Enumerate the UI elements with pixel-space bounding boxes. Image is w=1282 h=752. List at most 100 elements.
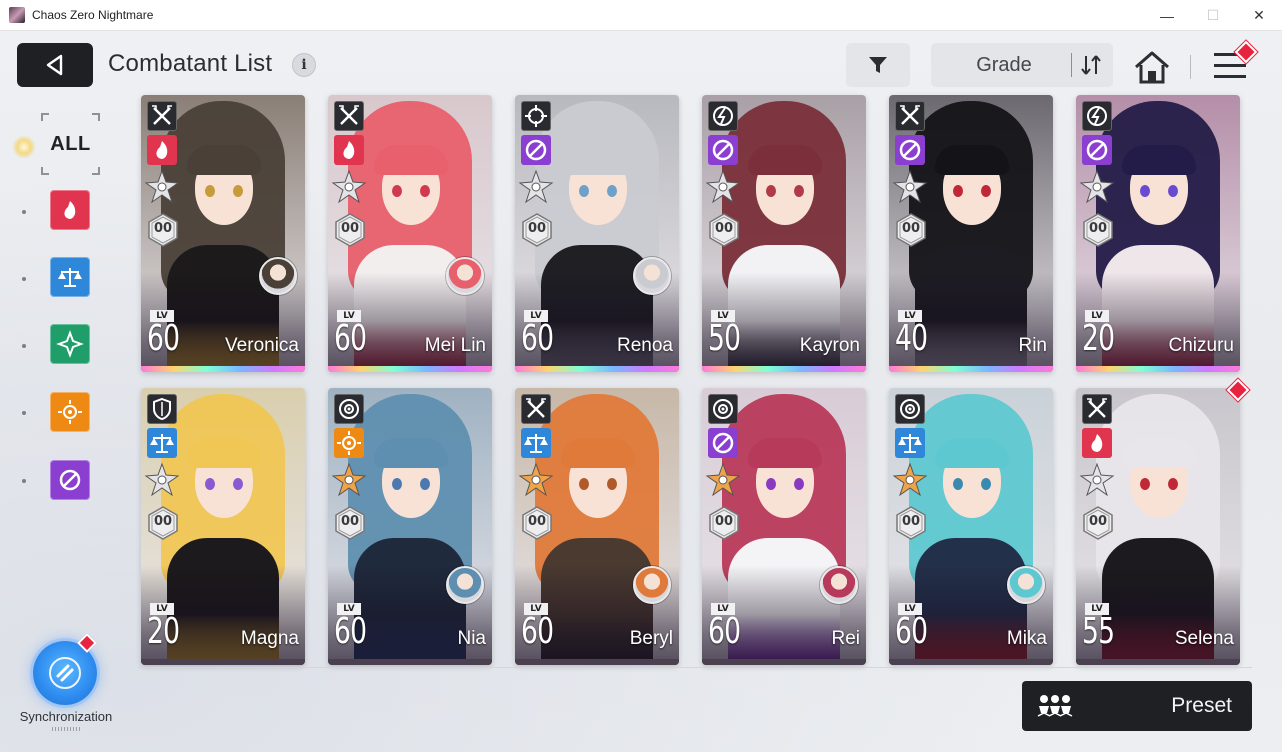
combatant-name: Mei Lin bbox=[424, 335, 486, 356]
grade-value: 00 bbox=[340, 514, 360, 529]
void-element-icon bbox=[525, 139, 547, 161]
level-value: 50 bbox=[708, 318, 741, 359]
portrait-eye bbox=[1140, 185, 1150, 197]
grade-value: 00 bbox=[527, 514, 547, 529]
combatant-name: Nia bbox=[457, 628, 486, 649]
filter-element-passion[interactable] bbox=[50, 190, 90, 230]
sort-button[interactable]: Grade bbox=[931, 43, 1113, 87]
grade-hex-icon: 00 bbox=[335, 213, 365, 247]
preset-icon bbox=[1037, 695, 1073, 717]
combatant-card[interactable]: 00 LV 20 Chizuru bbox=[1076, 95, 1240, 372]
close-button[interactable]: ✕ bbox=[1236, 0, 1282, 31]
portrait-fringe bbox=[1122, 145, 1196, 175]
back-button[interactable] bbox=[17, 43, 93, 87]
combatant-card[interactable]: 00 LV 60 Veronica bbox=[141, 95, 305, 372]
instinct-element-icon bbox=[337, 431, 361, 455]
portrait-eye bbox=[233, 478, 243, 490]
combatant-card[interactable]: 00 LV 60 Beryl bbox=[515, 388, 679, 665]
class-badge bbox=[895, 101, 925, 131]
controller-icon bbox=[900, 399, 920, 419]
grade-value: 00 bbox=[153, 221, 173, 236]
element-badge bbox=[895, 135, 925, 165]
combatant-name: Rei bbox=[831, 628, 860, 649]
window-controls: — ☐ ✕ bbox=[1144, 0, 1282, 31]
portrait-eye bbox=[579, 478, 589, 490]
class-badge bbox=[334, 101, 364, 131]
partner-avatar bbox=[1007, 566, 1045, 604]
portrait-eye bbox=[420, 185, 430, 197]
portrait-eye bbox=[205, 185, 215, 197]
filter-element-instinct[interactable] bbox=[50, 392, 90, 432]
filter-all-tab[interactable]: ALL bbox=[41, 113, 100, 175]
portrait-eye bbox=[1168, 185, 1178, 197]
portrait-fringe bbox=[561, 145, 635, 175]
info-icon[interactable]: i bbox=[292, 53, 316, 77]
level-value: 60 bbox=[521, 318, 554, 359]
grade-hex-icon: 00 bbox=[709, 506, 739, 540]
preset-button[interactable]: Preset bbox=[1022, 681, 1252, 731]
combatant-card[interactable]: 00 LV 60 Renoa bbox=[515, 95, 679, 372]
sort-order-icon[interactable] bbox=[1079, 53, 1105, 77]
partner-avatar bbox=[446, 257, 484, 295]
portrait-eye bbox=[766, 478, 776, 490]
page-title: Combatant List bbox=[108, 50, 273, 77]
corner-decoration bbox=[41, 113, 49, 121]
grade-hex-icon: 00 bbox=[709, 213, 739, 247]
combatant-card[interactable]: 00 LV 60 Nia bbox=[328, 388, 492, 665]
rarity-star-icon bbox=[705, 169, 741, 204]
order-element-icon bbox=[524, 434, 548, 453]
element-badge bbox=[521, 135, 551, 165]
striker-icon bbox=[152, 105, 172, 125]
combatant-card[interactable]: 00 LV 40 Rin bbox=[889, 95, 1053, 372]
portrait-fringe bbox=[187, 438, 261, 468]
card-rarity-strip bbox=[141, 366, 305, 372]
portrait-eye bbox=[1168, 478, 1178, 490]
instinct-element-icon bbox=[58, 400, 82, 424]
level-value: 60 bbox=[334, 318, 367, 359]
home-icon[interactable] bbox=[1132, 49, 1172, 85]
minimize-button[interactable]: — bbox=[1144, 0, 1190, 31]
grid-bottom-divider bbox=[138, 667, 1252, 668]
element-badge bbox=[521, 428, 551, 458]
combatant-card[interactable]: 00 LV 60 Rei bbox=[702, 388, 866, 665]
partner-avatar bbox=[259, 257, 297, 295]
class-badge bbox=[521, 394, 551, 424]
combatant-name: Selena bbox=[1174, 628, 1234, 649]
portrait-eye bbox=[420, 478, 430, 490]
class-badge bbox=[708, 394, 738, 424]
card-rarity-strip bbox=[889, 659, 1053, 665]
rarity-star-icon bbox=[1079, 462, 1115, 497]
rarity-star-icon bbox=[518, 462, 554, 497]
class-badge bbox=[521, 101, 551, 131]
striker-icon bbox=[526, 398, 546, 418]
rarity-star-icon bbox=[144, 169, 180, 204]
maximize-button[interactable]: ☐ bbox=[1190, 0, 1236, 31]
app-icon bbox=[9, 7, 25, 23]
filter-element-justice[interactable] bbox=[50, 324, 90, 364]
order-element-icon bbox=[150, 434, 174, 453]
synchronization-button[interactable]: Synchronization bbox=[20, 631, 120, 741]
header-divider bbox=[1190, 55, 1191, 79]
combatant-card[interactable]: 00 LV 60 Mei Lin bbox=[328, 95, 492, 372]
portrait-fringe bbox=[1122, 438, 1196, 468]
class-badge bbox=[147, 101, 177, 131]
filter-button[interactable] bbox=[846, 43, 910, 87]
combatant-card[interactable]: 00 LV 60 Mika bbox=[889, 388, 1053, 665]
filter-element-void[interactable] bbox=[50, 460, 90, 500]
portrait-fringe bbox=[374, 438, 448, 468]
element-badge bbox=[1082, 135, 1112, 165]
filter-element-order[interactable] bbox=[50, 257, 90, 297]
card-rarity-strip bbox=[1076, 366, 1240, 372]
partner-avatar bbox=[820, 566, 858, 604]
combatant-name: Rin bbox=[1018, 335, 1047, 356]
level-value: 40 bbox=[895, 318, 928, 359]
combatant-card[interactable]: 00 LV 20 Magna bbox=[141, 388, 305, 665]
combatant-card[interactable]: 00 LV 55 Selena bbox=[1076, 388, 1240, 665]
grade-value: 00 bbox=[153, 514, 173, 529]
void-element-icon bbox=[712, 432, 734, 454]
rarity-star-icon bbox=[518, 169, 554, 204]
portrait-fringe bbox=[187, 145, 261, 175]
portrait-eye bbox=[233, 185, 243, 197]
rarity-star-icon bbox=[1079, 169, 1115, 204]
combatant-card[interactable]: 00 LV 50 Kayron bbox=[702, 95, 866, 372]
